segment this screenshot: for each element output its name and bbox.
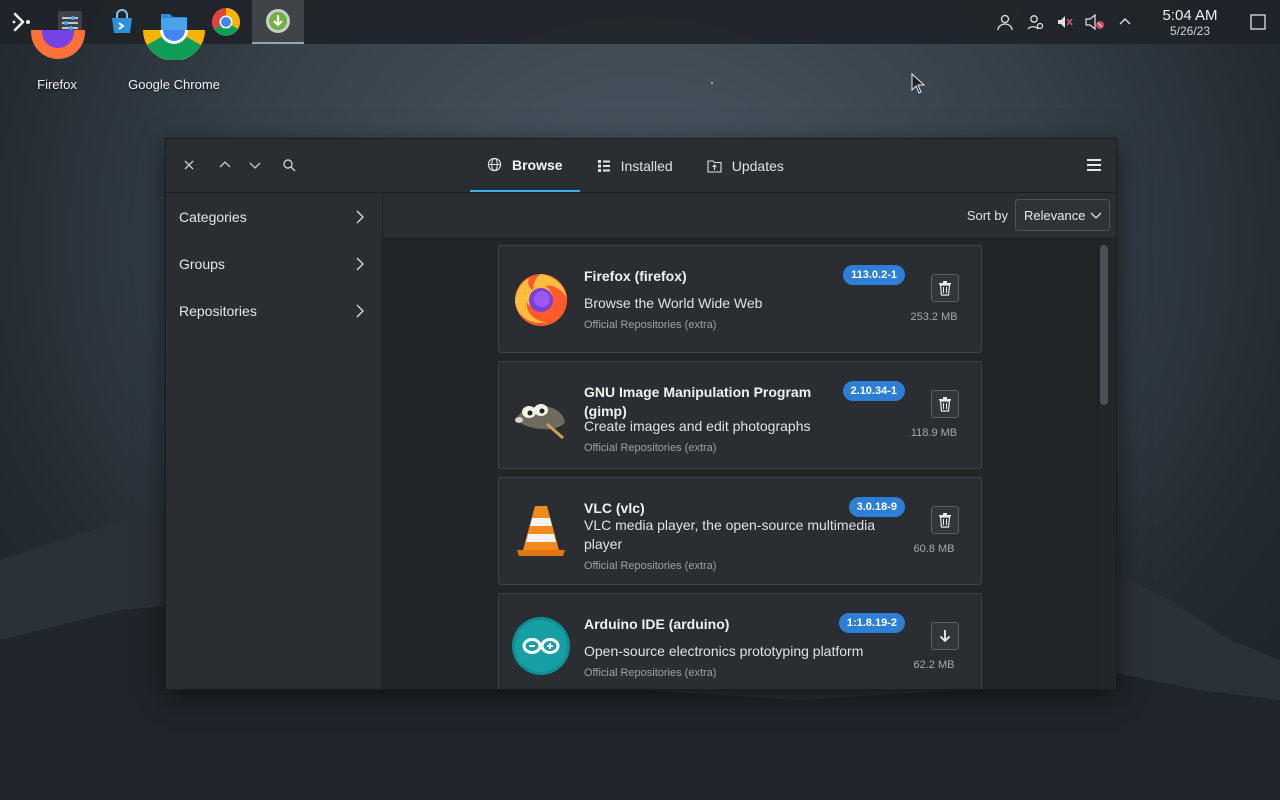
sidebar-item-categories[interactable]: Categories <box>166 193 382 240</box>
package-repository: Official Repositories (extra) <box>584 319 717 331</box>
chevron-right-icon <box>356 210 364 223</box>
package-repository: Official Repositories (extra) <box>584 442 717 454</box>
expand-tray-icon[interactable] <box>1110 0 1140 44</box>
package-description: Browse the World Wide Web <box>584 295 763 311</box>
chevron-right-icon <box>356 304 364 317</box>
tab-browse[interactable]: Browse <box>470 139 580 192</box>
system-tray: 5:04 AM 5/26/23 <box>990 0 1280 44</box>
firefox-icon <box>515 274 567 326</box>
firefox-icon <box>31 30 85 59</box>
scrollbar[interactable] <box>1100 245 1108 689</box>
trash-icon <box>939 281 951 296</box>
remove-button[interactable] <box>931 506 959 534</box>
version-badge: 2.10.34-1 <box>842 381 905 401</box>
sort-label: Sort by <box>966 208 1008 223</box>
sort-bar: Sort by Relevance <box>383 193 1116 239</box>
user-icon[interactable] <box>990 0 1020 44</box>
sidebar-item-groups[interactable]: Groups <box>166 240 382 287</box>
desktop-icon-label: Firefox <box>37 77 77 92</box>
package-card[interactable]: GNU Image Manipulation Program (gimp) Cr… <box>498 361 982 469</box>
package-repository: Official Repositories (extra) <box>584 667 717 679</box>
desktop-icon-google-chrome[interactable]: Google Chrome <box>119 30 229 92</box>
digital-clock[interactable]: 5:04 AM 5/26/23 <box>1150 8 1230 37</box>
version-badge: 1:1.8.19-2 <box>838 613 905 633</box>
remove-button[interactable] <box>931 274 959 302</box>
audio-muted-icon[interactable] <box>1050 0 1080 44</box>
vlc-icon <box>517 506 565 556</box>
desktop-icon-firefox[interactable]: Firefox <box>2 30 112 92</box>
scroll-divider <box>1097 245 1098 689</box>
install-button[interactable] <box>931 622 959 650</box>
software-installer-icon[interactable] <box>252 0 304 44</box>
gimp-icon <box>515 404 565 440</box>
sort-value: Relevance <box>1024 207 1086 223</box>
list-icon <box>597 159 611 173</box>
search-icon[interactable] <box>277 153 301 177</box>
package-card[interactable]: Firefox (firefox) Browse the World Wide … <box>498 245 982 353</box>
package-description: VLC media player, the open-source multim… <box>584 517 876 552</box>
chevron-down-icon <box>1090 212 1102 219</box>
clock-time: 5:04 AM <box>1162 6 1218 24</box>
user-switch-icon[interactable] <box>1020 0 1050 44</box>
globe-icon <box>487 157 502 172</box>
software-center-window: Browse Installed Updates Categories Grou… <box>165 138 1117 690</box>
trash-icon <box>939 397 951 412</box>
close-icon[interactable] <box>177 153 201 177</box>
download-arrow-icon <box>939 630 951 643</box>
package-card[interactable]: Arduino IDE (arduino) Open-source electr… <box>498 593 982 689</box>
package-repository: Official Repositories (extra) <box>584 560 717 572</box>
view-tabs: Browse Installed Updates <box>470 139 801 192</box>
volume-muted-icon[interactable] <box>1080 0 1110 44</box>
sidebar-item-label: Categories <box>179 208 247 225</box>
package-title: Arduino IDE (arduino) <box>584 616 730 632</box>
hamburger-menu-icon[interactable] <box>1084 155 1104 175</box>
package-size: 62.2 MB <box>913 659 955 671</box>
window-toolbar: Browse Installed Updates <box>166 139 1116 193</box>
tab-label: Updates <box>731 157 784 174</box>
google-chrome-icon[interactable] <box>200 0 252 44</box>
version-badge: 3.0.18-9 <box>848 497 905 517</box>
updates-folder-icon <box>707 159 722 173</box>
chevron-down-icon[interactable] <box>243 153 267 177</box>
package-card[interactable]: VLC (vlc) VLC media player, the open-sou… <box>498 477 982 585</box>
sidebar-item-repositories[interactable]: Repositories <box>166 287 382 334</box>
remove-button[interactable] <box>931 390 959 418</box>
chevron-up-icon[interactable] <box>213 153 237 177</box>
mouse-cursor-icon <box>911 73 926 94</box>
package-size: 253.2 MB <box>910 311 958 323</box>
scrollbar-thumb[interactable] <box>1100 245 1108 405</box>
package-list: Firefox (firefox) Browse the World Wide … <box>498 245 982 689</box>
sort-dropdown[interactable]: Relevance <box>1015 199 1110 231</box>
trash-icon <box>939 513 951 528</box>
arduino-icon <box>512 617 570 675</box>
sidebar-item-label: Groups <box>179 255 225 272</box>
package-browser: Sort by Relevance Firefox (firefox) Brow… <box>383 193 1116 689</box>
google-chrome-icon <box>143 30 205 60</box>
tab-updates[interactable]: Updates <box>690 139 801 192</box>
package-title: GNU Image Manipulation Program (gimp) <box>584 384 812 419</box>
package-size: 60.8 MB <box>913 543 955 555</box>
desktop-icon-label: Google Chrome <box>128 77 220 92</box>
package-description: Create images and edit photographs <box>584 418 811 434</box>
tab-label: Browse <box>512 156 563 173</box>
version-badge: 113.0.2-1 <box>843 265 905 285</box>
sidebar: Categories Groups Repositories <box>166 193 383 689</box>
tab-label: Installed <box>620 157 673 174</box>
tab-installed[interactable]: Installed <box>580 139 690 192</box>
package-description: Open-source electronics prototyping plat… <box>584 643 864 659</box>
clock-date: 5/26/23 <box>1169 23 1211 38</box>
package-size: 118.9 MB <box>910 427 958 439</box>
show-desktop-icon[interactable] <box>1236 0 1280 44</box>
chevron-right-icon <box>356 257 364 270</box>
package-title: Firefox (firefox) <box>584 268 687 284</box>
sidebar-item-label: Repositories <box>179 302 257 319</box>
